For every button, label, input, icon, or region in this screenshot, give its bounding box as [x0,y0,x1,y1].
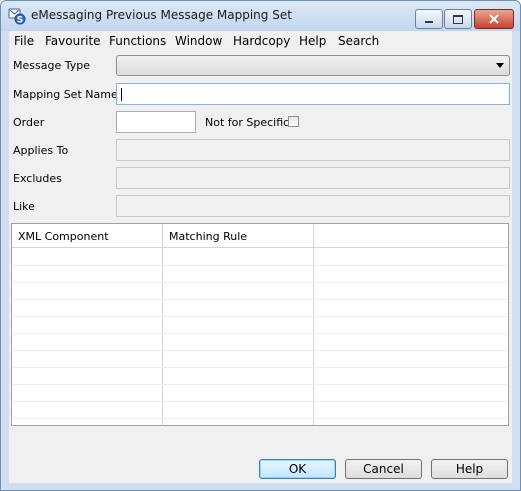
minimize-icon [425,21,433,23]
grid-row-line [12,316,508,317]
grid-row-line [12,265,508,266]
title-bar[interactable]: S eMessaging Previous Message Mapping Se… [1,1,520,31]
grid-row-line [12,350,508,351]
grid-row-line [12,367,508,368]
dialog-content: Message Type Mapping Set Name Order Not … [9,51,512,483]
menu-window[interactable]: Window [175,34,222,48]
menu-search[interactable]: Search [338,34,379,48]
column-divider[interactable] [313,224,314,247]
grid-row-line [12,333,508,334]
grid-body[interactable] [12,248,508,425]
menu-bar: File Favourite Functions Window Hardcopy… [9,31,512,51]
close-icon [489,14,499,24]
not-for-specific-checkbox[interactable] [288,116,299,127]
column-header-matching-rule[interactable]: Matching Rule [169,230,247,243]
column-divider[interactable] [162,224,163,247]
excludes-label: Excludes [13,172,62,185]
grid-row-line [12,299,508,300]
minimize-button[interactable] [415,9,443,29]
grid-row-line [12,401,508,402]
cancel-button[interactable]: Cancel [345,459,422,479]
grid-header: XML Component Matching Rule [12,224,508,248]
svg-text:S: S [17,16,23,26]
maximize-button[interactable] [444,9,472,29]
menu-functions[interactable]: Functions [109,34,166,48]
applies-to-label: Applies To [13,144,69,157]
chevron-down-icon [496,63,504,68]
mapping-set-name-input[interactable] [116,83,510,105]
order-label: Order [13,116,45,129]
excludes-field[interactable] [116,167,510,189]
dialog-window: S eMessaging Previous Message Mapping Se… [0,0,521,491]
grid-column-line [313,248,314,425]
close-button[interactable] [474,9,514,29]
grid-row-line [12,418,508,419]
help-button[interactable]: Help [431,459,508,479]
text-caret [121,88,122,101]
ok-button[interactable]: OK [259,459,336,479]
like-label: Like [13,200,35,213]
app-icon: S [8,8,26,26]
not-for-specific-label: Not for Specific [205,116,290,129]
like-field[interactable] [116,195,510,217]
message-type-dropdown[interactable] [116,55,510,76]
menu-file[interactable]: File [14,34,34,48]
grid-row-line [12,384,508,385]
grid-row-line [12,282,508,283]
mapping-set-name-label: Mapping Set Name [13,88,118,101]
mapping-rules-grid[interactable]: XML Component Matching Rule [11,223,509,426]
maximize-icon [453,14,463,24]
menu-help[interactable]: Help [299,34,326,48]
message-type-label: Message Type [13,59,90,72]
window-title: eMessaging Previous Message Mapping Set [31,8,292,22]
column-header-xml-component[interactable]: XML Component [18,230,109,243]
applies-to-field[interactable] [116,139,510,161]
order-input[interactable] [116,111,196,133]
menu-hardcopy[interactable]: Hardcopy [233,34,290,48]
grid-column-line [162,248,163,425]
menu-favourite[interactable]: Favourite [45,34,101,48]
